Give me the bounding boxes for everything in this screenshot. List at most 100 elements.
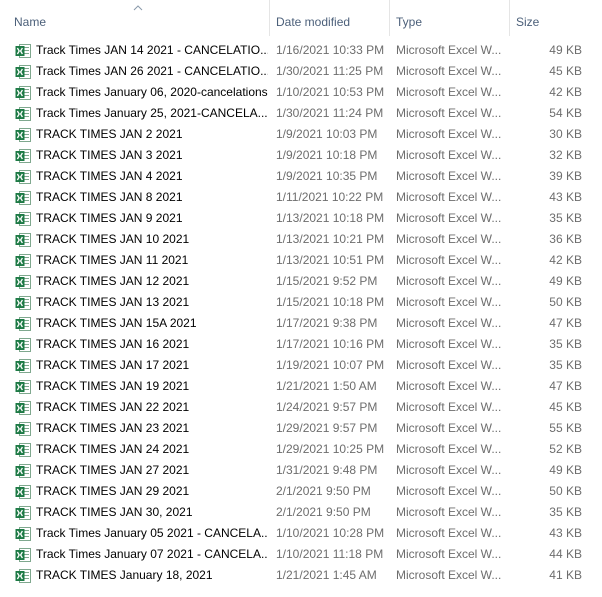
file-row[interactable]: Track Times January 07 2021 - CANCELA...…: [0, 544, 602, 565]
file-type: Microsoft Excel W...: [396, 295, 502, 309]
file-name: Track Times January 05 2021 - CANCELA...: [36, 526, 268, 540]
file-name: TRACK TIMES JAN 13 2021: [36, 295, 190, 309]
file-size: 35 KB: [549, 211, 582, 225]
file-size: 44 KB: [549, 547, 582, 561]
file-type: Microsoft Excel W...: [396, 484, 502, 498]
excel-file-icon: [15, 170, 31, 184]
file-name: Track Times January 06, 2020-cancelation…: [36, 85, 268, 99]
file-row[interactable]: TRACK TIMES JAN 19 2021 1/21/2021 1:50 AM…: [0, 376, 602, 397]
excel-file-icon: [15, 107, 31, 121]
file-row[interactable]: Track Times January 25, 2021-CANCELA... 1…: [0, 103, 602, 124]
file-row[interactable]: TRACK TIMES JAN 11 2021 1/13/2021 10:51 P…: [0, 250, 602, 271]
file-date-modified: 1/15/2021 9:52 PM: [276, 274, 378, 288]
file-row[interactable]: TRACK TIMES JAN 15A 2021 1/17/2021 9:38 P…: [0, 313, 602, 334]
file-row[interactable]: TRACK TIMES JAN 23 2021 1/29/2021 9:57 PM…: [0, 418, 602, 439]
file-row[interactable]: TRACK TIMES JAN 27 2021 1/31/2021 9:48 PM…: [0, 460, 602, 481]
file-size: 35 KB: [549, 337, 582, 351]
file-type: Microsoft Excel W...: [396, 85, 502, 99]
file-size: 32 KB: [549, 148, 582, 162]
excel-file-icon: [15, 44, 31, 58]
file-type: Microsoft Excel W...: [396, 253, 502, 267]
file-date-modified: 1/21/2021 1:50 AM: [276, 379, 377, 393]
excel-file-icon: [15, 422, 31, 436]
file-row[interactable]: TRACK TIMES JAN 16 2021 1/17/2021 10:16 P…: [0, 334, 602, 355]
file-name: TRACK TIMES JAN 19 2021: [36, 379, 190, 393]
file-row[interactable]: TRACK TIMES JAN 2 2021 1/9/2021 10:03 PM M…: [0, 124, 602, 145]
file-row[interactable]: TRACK TIMES JAN 10 2021 1/13/2021 10:21 P…: [0, 229, 602, 250]
file-row[interactable]: TRACK TIMES JAN 3 2021 1/9/2021 10:18 PM M…: [0, 145, 602, 166]
file-size: 47 KB: [549, 379, 582, 393]
excel-file-icon: [15, 317, 31, 331]
file-date-modified: 1/9/2021 10:35 PM: [276, 169, 378, 183]
file-type: Microsoft Excel W...: [396, 169, 502, 183]
column-header-date-modified[interactable]: Date modified: [269, 0, 389, 36]
file-row[interactable]: TRACK TIMES JAN 8 2021 1/11/2021 10:22 PM…: [0, 187, 602, 208]
file-name: TRACK TIMES JAN 2 2021: [36, 127, 183, 141]
file-row[interactable]: TRACK TIMES JAN 17 2021 1/19/2021 10:07 P…: [0, 355, 602, 376]
file-row[interactable]: TRACK TIMES January 18, 2021 1/21/2021 1:…: [0, 565, 602, 586]
file-row[interactable]: TRACK TIMES JAN 30, 2021 2/1/2021 9:50 PM…: [0, 502, 602, 523]
excel-file-icon: [15, 149, 31, 163]
file-row[interactable]: TRACK TIMES JAN 12 2021 1/15/2021 9:52 PM…: [0, 271, 602, 292]
file-date-modified: 1/24/2021 9:57 PM: [276, 400, 378, 414]
file-date-modified: 1/30/2021 11:24 PM: [276, 106, 384, 120]
file-row[interactable]: Track Times January 05 2021 - CANCELA...…: [0, 523, 602, 544]
excel-file-icon: [15, 86, 31, 100]
file-size: 50 KB: [549, 295, 582, 309]
file-date-modified: 1/31/2021 9:48 PM: [276, 463, 378, 477]
file-size: 43 KB: [549, 526, 582, 540]
file-type: Microsoft Excel W...: [396, 568, 502, 582]
file-row[interactable]: TRACK TIMES JAN 22 2021 1/24/2021 9:57 PM…: [0, 397, 602, 418]
file-row[interactable]: TRACK TIMES JAN 9 2021 1/13/2021 10:18 PM…: [0, 208, 602, 229]
file-row[interactable]: Track Times JAN 14 2021 - CANCELATIO... 1…: [0, 40, 602, 61]
file-date-modified: 1/13/2021 10:18 PM: [276, 211, 385, 225]
file-date-modified: 1/10/2021 10:28 PM: [276, 526, 385, 540]
file-type: Microsoft Excel W...: [396, 505, 502, 519]
file-name: TRACK TIMES JAN 3 2021: [36, 148, 183, 162]
excel-file-icon: [15, 233, 31, 247]
column-header-name[interactable]: Name: [8, 0, 268, 36]
file-name: TRACK TIMES JAN 29 2021: [36, 484, 190, 498]
file-row[interactable]: TRACK TIMES JAN 4 2021 1/9/2021 10:35 PM M…: [0, 166, 602, 187]
file-name: TRACK TIMES JAN 27 2021: [36, 463, 190, 477]
file-type: Microsoft Excel W...: [396, 106, 502, 120]
file-row[interactable]: TRACK TIMES JAN 29 2021 2/1/2021 9:50 PM M…: [0, 481, 602, 502]
file-size: 35 KB: [549, 358, 582, 372]
file-row[interactable]: TRACK TIMES JAN 13 2021 1/15/2021 10:18 P…: [0, 292, 602, 313]
excel-file-icon: [15, 506, 31, 520]
file-size: 55 KB: [549, 421, 582, 435]
file-name: Track Times JAN 14 2021 - CANCELATIO...: [36, 43, 268, 57]
file-type: Microsoft Excel W...: [396, 442, 502, 456]
excel-file-icon: [15, 464, 31, 478]
file-type: Microsoft Excel W...: [396, 43, 502, 57]
file-size: 42 KB: [549, 253, 582, 267]
excel-file-icon: [15, 128, 31, 142]
file-name: TRACK TIMES JAN 30, 2021: [36, 505, 193, 519]
file-name: TRACK TIMES JAN 12 2021: [36, 274, 190, 288]
file-row[interactable]: TRACK TIMES JAN 24 2021 1/29/2021 10:25 P…: [0, 439, 602, 460]
file-name: Track Times January 07 2021 - CANCELA...: [36, 547, 268, 561]
file-size: 49 KB: [549, 274, 582, 288]
file-type: Microsoft Excel W...: [396, 526, 502, 540]
file-date-modified: 1/10/2021 11:18 PM: [276, 547, 384, 561]
file-date-modified: 1/17/2021 9:38 PM: [276, 316, 378, 330]
column-header-size[interactable]: Size: [509, 0, 602, 36]
excel-file-icon: [15, 443, 31, 457]
file-size: 54 KB: [549, 106, 582, 120]
file-name: Track Times JAN 26 2021 - CANCELATIO...: [36, 64, 268, 78]
column-header-type[interactable]: Type: [389, 0, 509, 36]
file-size: 50 KB: [549, 484, 582, 498]
file-name: TRACK TIMES JAN 22 2021: [36, 400, 190, 414]
file-type: Microsoft Excel W...: [396, 211, 502, 225]
file-size: 41 KB: [549, 568, 582, 582]
file-type: Microsoft Excel W...: [396, 148, 502, 162]
file-name: TRACK TIMES JAN 8 2021: [36, 190, 183, 204]
file-size: 42 KB: [549, 85, 582, 99]
excel-file-icon: [15, 338, 31, 352]
file-size: 39 KB: [549, 169, 582, 183]
file-row[interactable]: Track Times JAN 26 2021 - CANCELATIO... 1…: [0, 61, 602, 82]
file-type: Microsoft Excel W...: [396, 379, 502, 393]
file-name: TRACK TIMES JAN 4 2021: [36, 169, 183, 183]
file-date-modified: 1/29/2021 9:57 PM: [276, 421, 378, 435]
file-row[interactable]: Track Times January 06, 2020-cancelation…: [0, 82, 602, 103]
